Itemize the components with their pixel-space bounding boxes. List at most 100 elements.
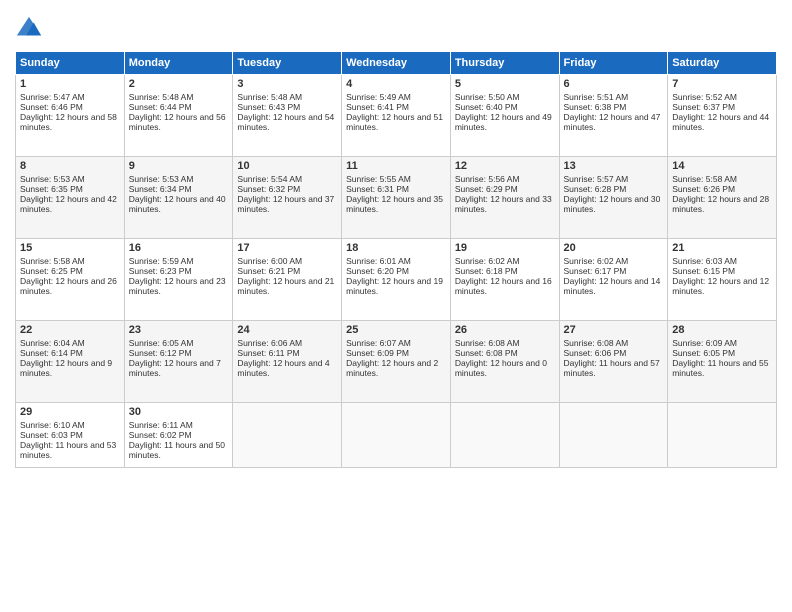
daylight: Daylight: 11 hours and 55 minutes.	[672, 358, 768, 378]
calendar-cell: 30Sunrise: 6:11 AMSunset: 6:02 PMDayligh…	[124, 403, 233, 468]
daylight: Daylight: 12 hours and 44 minutes.	[672, 112, 769, 132]
sunset: Sunset: 6:08 PM	[455, 348, 518, 358]
sunset: Sunset: 6:03 PM	[20, 430, 83, 440]
calendar-cell: 23Sunrise: 6:05 AMSunset: 6:12 PMDayligh…	[124, 321, 233, 403]
calendar-cell: 21Sunrise: 6:03 AMSunset: 6:15 PMDayligh…	[668, 239, 777, 321]
day-number: 4	[346, 78, 446, 90]
day-header: Monday	[124, 52, 233, 75]
sunset: Sunset: 6:38 PM	[564, 102, 627, 112]
sunset: Sunset: 6:20 PM	[346, 266, 409, 276]
calendar-body: 1Sunrise: 5:47 AMSunset: 6:46 PMDaylight…	[16, 75, 777, 468]
sunrise: Sunrise: 5:57 AM	[564, 174, 629, 184]
calendar-week-row: 1Sunrise: 5:47 AMSunset: 6:46 PMDaylight…	[16, 75, 777, 157]
sunrise: Sunrise: 5:53 AM	[129, 174, 194, 184]
calendar-cell: 9 Sunrise: 5:53 AMSunset: 6:34 PMDaylight…	[124, 157, 233, 239]
calendar-cell: 24Sunrise: 6:06 AMSunset: 6:11 PMDayligh…	[233, 321, 342, 403]
sunrise: Sunrise: 5:59 AM	[129, 256, 194, 266]
day-header: Tuesday	[233, 52, 342, 75]
day-number: 15	[20, 242, 120, 254]
day-number: 16	[129, 242, 229, 254]
daylight: Daylight: 12 hours and 2 minutes.	[346, 358, 438, 378]
calendar-cell: 20Sunrise: 6:02 AMSunset: 6:17 PMDayligh…	[559, 239, 668, 321]
calendar-cell: 16Sunrise: 5:59 AMSunset: 6:23 PMDayligh…	[124, 239, 233, 321]
calendar: SundayMondayTuesdayWednesdayThursdayFrid…	[15, 51, 777, 468]
sunrise: Sunrise: 5:51 AM	[564, 92, 629, 102]
daylight: Daylight: 12 hours and 28 minutes.	[672, 194, 769, 214]
day-number: 3	[237, 78, 337, 90]
sunrise: Sunrise: 6:06 AM	[237, 338, 302, 348]
day-number: 8	[20, 160, 120, 172]
day-number: 2	[129, 78, 229, 90]
daylight: Daylight: 12 hours and 51 minutes.	[346, 112, 443, 132]
day-number: 1	[20, 78, 120, 90]
sunrise: Sunrise: 6:10 AM	[20, 420, 85, 430]
daylight: Daylight: 12 hours and 40 minutes.	[129, 194, 226, 214]
day-number: 18	[346, 242, 446, 254]
day-number: 17	[237, 242, 337, 254]
sunset: Sunset: 6:35 PM	[20, 184, 83, 194]
sunrise: Sunrise: 5:49 AM	[346, 92, 411, 102]
calendar-cell: 8Sunrise: 5:53 AMSunset: 6:35 PMDaylight…	[16, 157, 125, 239]
calendar-cell: 22Sunrise: 6:04 AMSunset: 6:14 PMDayligh…	[16, 321, 125, 403]
day-header: Wednesday	[342, 52, 451, 75]
calendar-cell: 19Sunrise: 6:02 AMSunset: 6:18 PMDayligh…	[450, 239, 559, 321]
sunset: Sunset: 6:26 PM	[672, 184, 735, 194]
day-number: 24	[237, 324, 337, 336]
calendar-cell: 1Sunrise: 5:47 AMSunset: 6:46 PMDaylight…	[16, 75, 125, 157]
calendar-cell	[559, 403, 668, 468]
sunset: Sunset: 6:12 PM	[129, 348, 192, 358]
calendar-cell: 15Sunrise: 5:58 AMSunset: 6:25 PMDayligh…	[16, 239, 125, 321]
sunset: Sunset: 6:32 PM	[237, 184, 300, 194]
calendar-cell: 25Sunrise: 6:07 AMSunset: 6:09 PMDayligh…	[342, 321, 451, 403]
day-number: 27	[564, 324, 664, 336]
day-number: 25	[346, 324, 446, 336]
sunrise: Sunrise: 6:00 AM	[237, 256, 302, 266]
day-number: 5	[455, 78, 555, 90]
calendar-cell: 28Sunrise: 6:09 AMSunset: 6:05 PMDayligh…	[668, 321, 777, 403]
sunset: Sunset: 6:43 PM	[237, 102, 300, 112]
day-number: 28	[672, 324, 772, 336]
sunset: Sunset: 6:40 PM	[455, 102, 518, 112]
day-header: Sunday	[16, 52, 125, 75]
calendar-cell: 14 Sunrise: 5:58 AMSunset: 6:26 PMDayligh…	[668, 157, 777, 239]
day-number: 22	[20, 324, 120, 336]
sunrise: Sunrise: 5:55 AM	[346, 174, 411, 184]
calendar-cell: 29Sunrise: 6:10 AMSunset: 6:03 PMDayligh…	[16, 403, 125, 468]
daylight: Daylight: 12 hours and 58 minutes.	[20, 112, 117, 132]
day-number: 9	[129, 160, 229, 172]
calendar-cell: 6Sunrise: 5:51 AMSunset: 6:38 PMDaylight…	[559, 75, 668, 157]
calendar-cell: 5Sunrise: 5:50 AMSunset: 6:40 PMDaylight…	[450, 75, 559, 157]
calendar-cell: 17Sunrise: 6:00 AMSunset: 6:21 PMDayligh…	[233, 239, 342, 321]
calendar-week-row: 22Sunrise: 6:04 AMSunset: 6:14 PMDayligh…	[16, 321, 777, 403]
day-number: 13	[564, 160, 664, 172]
sunset: Sunset: 6:17 PM	[564, 266, 627, 276]
sunrise: Sunrise: 6:02 AM	[564, 256, 629, 266]
daylight: Daylight: 12 hours and 35 minutes.	[346, 194, 443, 214]
sunrise: Sunrise: 5:58 AM	[672, 174, 737, 184]
page: SundayMondayTuesdayWednesdayThursdayFrid…	[0, 0, 792, 612]
header	[15, 15, 777, 43]
day-number: 23	[129, 324, 229, 336]
sunset: Sunset: 6:34 PM	[129, 184, 192, 194]
day-number: 12	[455, 160, 555, 172]
day-number: 14	[672, 160, 772, 172]
day-number: 7	[672, 78, 772, 90]
sunset: Sunset: 6:14 PM	[20, 348, 83, 358]
sunrise: Sunrise: 5:56 AM	[455, 174, 520, 184]
sunrise: Sunrise: 6:07 AM	[346, 338, 411, 348]
day-number: 26	[455, 324, 555, 336]
daylight: Daylight: 12 hours and 4 minutes.	[237, 358, 329, 378]
calendar-week-row: 29Sunrise: 6:10 AMSunset: 6:03 PMDayligh…	[16, 403, 777, 468]
sunset: Sunset: 6:05 PM	[672, 348, 735, 358]
calendar-cell	[342, 403, 451, 468]
logo-icon	[15, 15, 43, 43]
daylight: Daylight: 11 hours and 50 minutes.	[129, 440, 225, 460]
calendar-cell: 18Sunrise: 6:01 AMSunset: 6:20 PMDayligh…	[342, 239, 451, 321]
sunset: Sunset: 6:41 PM	[346, 102, 409, 112]
daylight: Daylight: 12 hours and 14 minutes.	[564, 276, 661, 296]
daylight: Daylight: 12 hours and 12 minutes.	[672, 276, 769, 296]
daylight: Daylight: 12 hours and 21 minutes.	[237, 276, 334, 296]
sunset: Sunset: 6:28 PM	[564, 184, 627, 194]
sunrise: Sunrise: 5:48 AM	[129, 92, 194, 102]
day-header: Friday	[559, 52, 668, 75]
